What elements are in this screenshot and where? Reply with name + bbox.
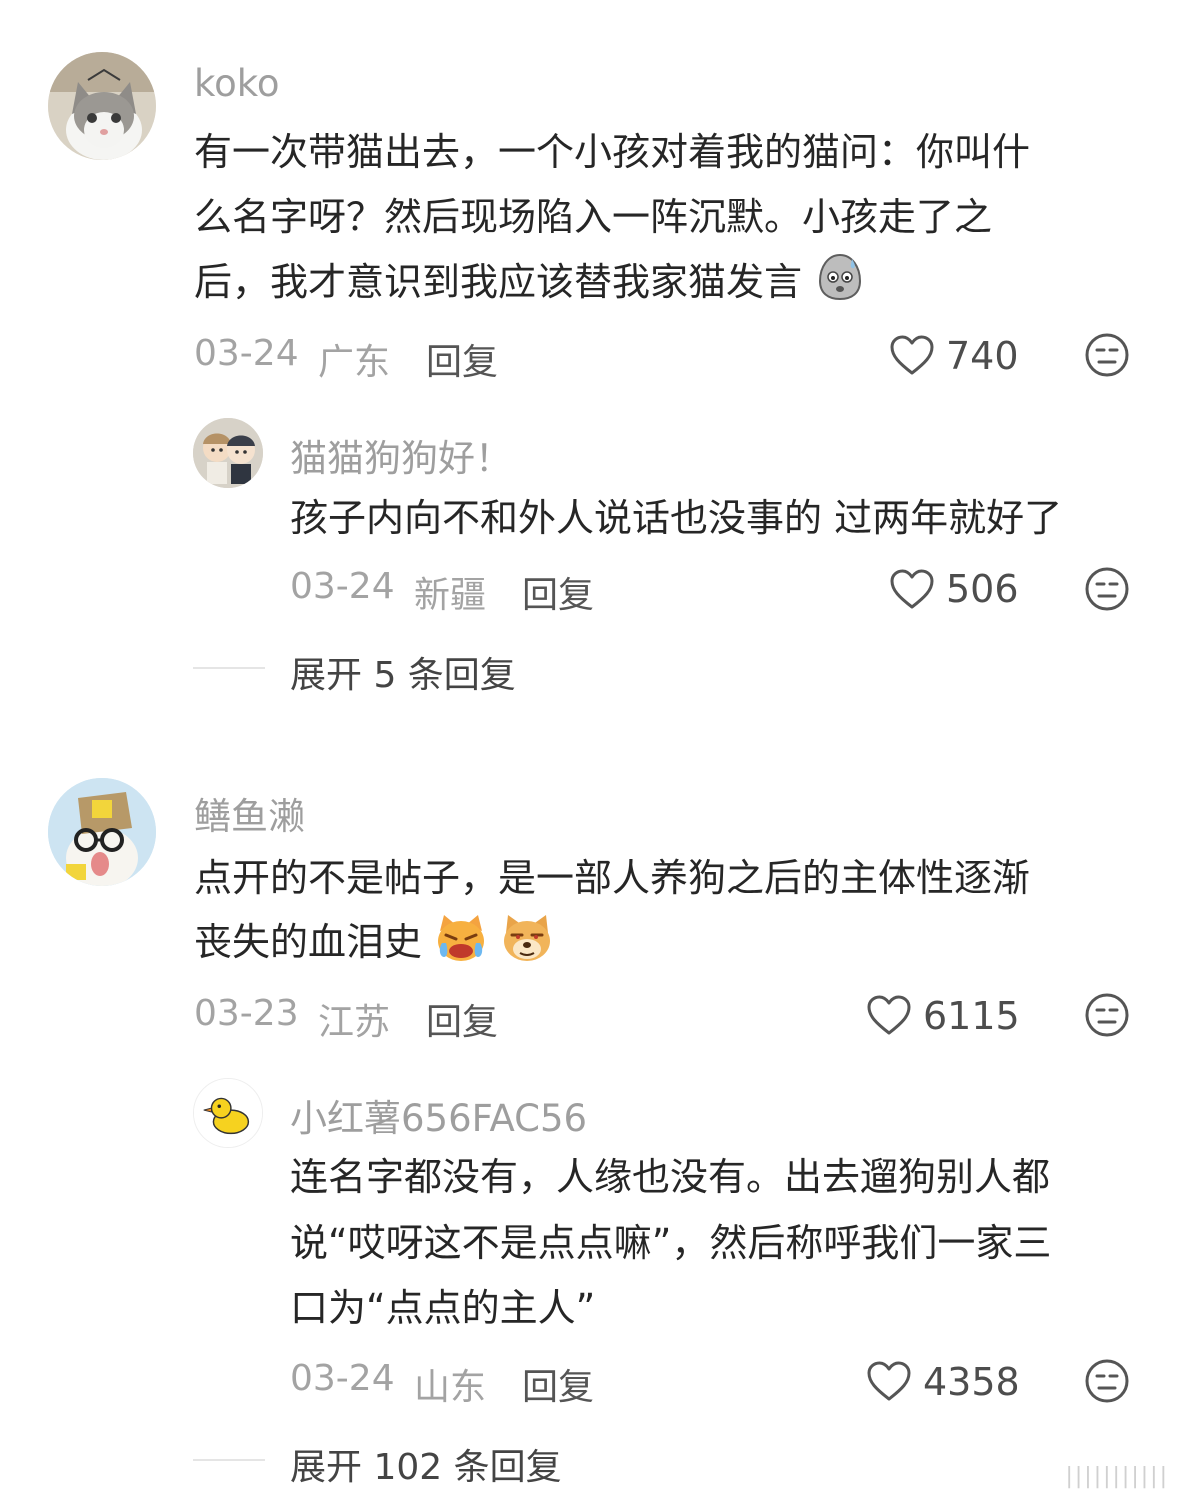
cat-avatar-icon (48, 52, 156, 160)
comment-date: 03-24 (194, 333, 299, 374)
heart-icon[interactable] (866, 994, 912, 1036)
comment-username[interactable]: 鳝鱼濑 (194, 786, 305, 840)
comment-date: 03-23 (194, 993, 299, 1034)
reply-text-line: 孩子内向不和外人说话也没事的 过两年就好了 (290, 496, 1063, 540)
reply-text-line: 口为“点点的主人” (290, 1286, 596, 1330)
comment-text-segment: 后，我才意识到我应该替我家猫发言 (194, 260, 803, 304)
watermark: ||||||||||| (1065, 1464, 1169, 1489)
reply-button[interactable]: 回复 (426, 333, 498, 385)
reply-location: 新疆 (414, 575, 487, 616)
comment-text-segment: 丧失的血泪史 (194, 920, 423, 964)
heart-icon[interactable] (866, 1360, 912, 1402)
expand-replies-button[interactable]: 展开 102 条回复 (290, 1438, 562, 1490)
reply-button[interactable]: 回复 (522, 566, 594, 618)
reply-text-line: 说“哎呀这不是点点嘛”，然后称呼我们一家三 (290, 1221, 1052, 1265)
meh-face-icon[interactable] (1084, 332, 1130, 378)
comment-location: 广东 (318, 342, 391, 383)
avatar[interactable] (193, 418, 263, 488)
meh-face-icon[interactable] (1084, 992, 1130, 1038)
like-count: 740 (946, 334, 1019, 378)
expand-replies-button[interactable]: 展开 5 条回复 (290, 646, 516, 698)
reply-text-line: 连名字都没有，人缘也没有。出去遛狗别人都 (290, 1155, 1051, 1199)
like-count: 4358 (923, 1360, 1020, 1404)
like-count: 6115 (923, 994, 1020, 1038)
reply-button[interactable]: 回复 (426, 993, 498, 1045)
plush-dolls-avatar-icon (193, 418, 263, 488)
reply-username[interactable]: 猫猫狗狗好！ (290, 428, 512, 482)
comment-text-line: 丧失的血泪史 (194, 910, 554, 982)
reply-date: 03-24 (290, 566, 395, 607)
reply-location: 山东 (414, 1367, 487, 1408)
avatar[interactable] (193, 1078, 263, 1148)
avatar[interactable] (48, 778, 156, 886)
avatar[interactable] (48, 52, 156, 160)
expand-divider (193, 1459, 265, 1461)
heart-icon[interactable] (889, 568, 935, 610)
crying-cat-emoji-icon (434, 913, 488, 982)
reply-username[interactable]: 小红薯656FAC56 (290, 1088, 587, 1142)
meh-face-icon[interactable] (1084, 1358, 1130, 1404)
meh-face-icon[interactable] (1084, 566, 1130, 612)
expand-divider (193, 667, 265, 669)
reply-date: 03-24 (290, 1358, 395, 1399)
duck-avatar-icon (194, 1079, 262, 1147)
sweat-blob-emoji-icon (814, 251, 866, 322)
comment-text-line: 么名字呀？然后现场陷入一阵沉默。小孩走了之 (194, 195, 993, 239)
heart-icon[interactable] (889, 334, 935, 376)
smug-dog-emoji-icon (500, 913, 554, 982)
reply-button[interactable]: 回复 (522, 1358, 594, 1410)
like-count: 506 (946, 567, 1019, 611)
comment-location: 江苏 (318, 1002, 391, 1043)
comment-username[interactable]: koko (194, 62, 280, 105)
comment-text-line: 有一次带猫出去，一个小孩对着我的猫问：你叫什 (194, 130, 1031, 174)
comment-text-line: 点开的不是帖子，是一部人养狗之后的主体性逐渐 (194, 856, 1031, 900)
cat-with-hat-avatar-icon (48, 778, 156, 886)
comment-text-line: 后，我才意识到我应该替我家猫发言 (194, 250, 866, 322)
